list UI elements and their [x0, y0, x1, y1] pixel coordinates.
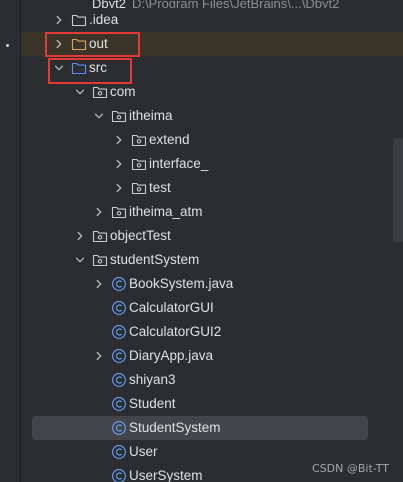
tree-item-label: src	[89, 60, 107, 75]
package-icon	[92, 252, 108, 268]
package-icon	[111, 204, 127, 220]
tree-item-label: Dbyt2	[92, 0, 126, 8]
tree-item-user[interactable]: User	[21, 440, 403, 464]
excluded-folder-icon	[71, 36, 87, 52]
package-icon	[131, 180, 147, 196]
tree-item-diaryApp[interactable]: DiaryApp.java	[21, 344, 403, 368]
tree-item-test[interactable]: test	[21, 176, 403, 200]
java-class-icon	[111, 276, 127, 292]
chevron-right-icon[interactable]	[93, 206, 105, 218]
tree-item-label: studentSystem	[110, 252, 200, 267]
package-icon	[92, 84, 108, 100]
tree-item-bookSystem[interactable]: BookSystem.java	[21, 272, 403, 296]
java-class-icon	[111, 468, 127, 482]
chevron-right-icon[interactable]	[113, 158, 125, 170]
tree-item-label: itheima_atm	[129, 204, 203, 219]
java-class-icon	[111, 324, 127, 340]
source-folder-icon	[71, 60, 87, 76]
java-class-icon	[111, 348, 127, 364]
tree-item-extend[interactable]: extend	[21, 128, 403, 152]
java-class-icon	[111, 420, 127, 436]
java-class-icon	[111, 372, 127, 388]
tree-item-shiyan3[interactable]: shiyan3	[21, 368, 403, 392]
chevron-down-icon[interactable]	[74, 86, 86, 98]
tree-item-label: .idea	[89, 12, 119, 27]
tree-item-label: StudentSystem	[129, 420, 221, 435]
java-class-icon	[111, 444, 127, 460]
tree-item-interface[interactable]: interface_	[21, 152, 403, 176]
tree-item-label: interface_	[149, 156, 209, 171]
tree-item-label: com	[110, 84, 136, 99]
tree-item-label: out	[89, 36, 108, 51]
package-icon	[92, 228, 108, 244]
tree-item-student[interactable]: Student	[21, 392, 403, 416]
vertical-scrollbar-thumb[interactable]	[393, 138, 403, 242]
tree-item-label: User	[129, 444, 158, 459]
chevron-down-icon[interactable]	[74, 254, 86, 266]
tree-item-studentSystemClass[interactable]: StudentSystem	[32, 416, 368, 440]
tree-item-itheima[interactable]: itheima	[21, 104, 403, 128]
chevron-right-icon[interactable]	[53, 38, 65, 50]
tree-item-out[interactable]: out	[21, 32, 403, 56]
tree-item-label: shiyan3	[129, 372, 176, 387]
tree-item-label: objectTest	[110, 228, 171, 243]
package-icon	[131, 156, 147, 172]
chevron-right-icon[interactable]	[53, 14, 65, 26]
tree-item-label: extend	[149, 132, 190, 147]
more-options-icon[interactable]	[6, 44, 9, 47]
tool-window-side-strip	[0, 0, 21, 482]
chevron-right-icon[interactable]	[74, 230, 86, 242]
tree-item-label: CalculatorGUI	[129, 300, 214, 315]
chevron-down-icon[interactable]	[53, 62, 65, 74]
project-tool-window: Dbyt2 D:\Program Files\JetBrains\...\Dbyt…	[0, 0, 403, 482]
tree-item-itheima_atm[interactable]: itheima_atm	[21, 200, 403, 224]
tree-item-label: Student	[129, 396, 176, 411]
tree-item-src[interactable]: src	[21, 56, 403, 80]
tree-item-objectTest[interactable]: objectTest	[21, 224, 403, 248]
chevron-right-icon[interactable]	[113, 182, 125, 194]
java-class-icon	[111, 396, 127, 412]
tree-item-label: CalculatorGUI2	[129, 324, 222, 339]
tree-item-label: itheima	[129, 108, 173, 123]
tree-item-calculatorGUI[interactable]: CalculatorGUI	[21, 296, 403, 320]
chevron-right-icon[interactable]	[93, 278, 105, 290]
java-class-icon	[111, 300, 127, 316]
tree-item-label: DiaryApp.java	[129, 348, 214, 363]
tree-item-label: test	[149, 180, 171, 195]
tree-item-label: UserSystem	[129, 468, 203, 482]
tree-item-idea[interactable]: .idea	[21, 8, 403, 32]
tree-item-studentSystem[interactable]: studentSystem	[21, 248, 403, 272]
package-icon	[131, 132, 147, 148]
tree-item-calculatorGUI2[interactable]: CalculatorGUI2	[21, 320, 403, 344]
chevron-right-icon[interactable]	[113, 134, 125, 146]
tree-item-label: BookSystem.java	[129, 276, 234, 291]
tree-item-com[interactable]: com	[21, 80, 403, 104]
package-icon	[111, 108, 127, 124]
chevron-down-icon[interactable]	[93, 110, 105, 122]
chevron-right-icon[interactable]	[93, 350, 105, 362]
watermark: CSDN @Bit-TT	[312, 462, 389, 475]
folder-icon	[71, 12, 87, 28]
project-path-label: D:\Program Files\JetBrains\...\Dbyt2	[131, 0, 340, 8]
